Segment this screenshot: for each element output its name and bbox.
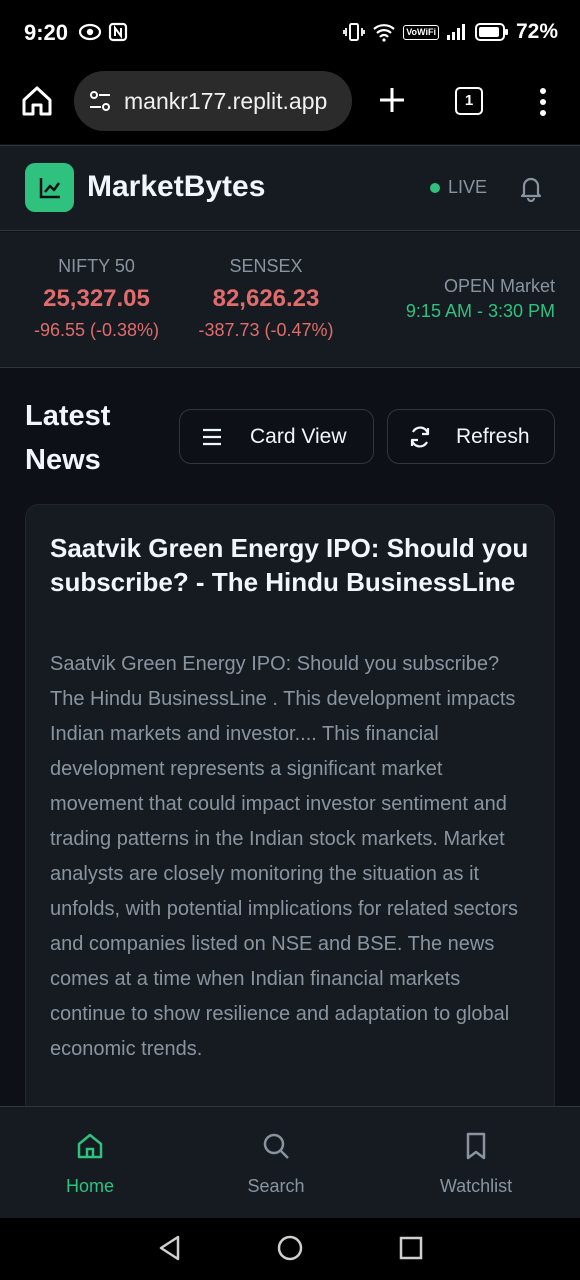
nav-label: Search [247,1176,305,1196]
news-headline[interactable]: Saatvik Green Energy IPO: Should you sub… [50,531,530,599]
nav-label: Watchlist [439,1176,513,1196]
nav-search[interactable]: Search [236,1131,316,1197]
site-settings-icon[interactable] [88,89,112,113]
address-bar[interactable]: mankr177.replit.app [74,71,352,131]
bookmark-icon [466,1132,486,1160]
market-state: OPEN Market [443,276,555,296]
refresh-icon [410,425,430,448]
brand-name: MarketBytes [87,170,266,203]
index-change: -387.73 (-0.47%) [198,320,334,340]
browser-toolbar: mankr177.replit.app 1 [0,68,580,144]
menu-icon[interactable] [531,86,555,118]
bottom-navigation: Home Search Watchlist [0,1106,580,1218]
app-logo[interactable] [25,163,74,212]
market-status: OPEN Market 9:15 AM - 3:30 PM [406,276,555,322]
live-dot [430,182,440,193]
market-hours: 9:15 AM - 3:30 PM [405,301,555,321]
nfc-icon [108,22,128,42]
index-value: 25,327.05 [43,285,150,312]
news-summary: Saatvik Green Energy IPO: Should you sub… [50,653,519,1060]
back-icon[interactable] [156,1234,184,1262]
wifi-icon [373,24,395,42]
card-view-button[interactable]: Card View [179,409,374,464]
refresh-button[interactable]: Refresh [387,409,555,464]
clock: 9:20 [24,20,69,45]
live-indicator: LIVE [430,177,487,198]
system-navigation-bar [0,1218,580,1280]
index-name: SENSEX [229,256,303,276]
url-text[interactable]: mankr177.replit.app [124,88,327,115]
battery-percent: 72% [515,20,558,43]
index-name: NIFTY 50 [58,256,135,276]
index-change: -96.55 (-0.38%) [33,320,160,340]
chart-icon [39,177,60,198]
recents-icon[interactable] [397,1234,425,1262]
list-icon [203,428,221,445]
nav-watchlist[interactable]: Watchlist [426,1131,526,1197]
home-icon[interactable] [20,84,54,118]
search-icon [263,1133,289,1159]
eye-icon [78,23,102,41]
index-sensex: SENSEX 82,626.23 -387.73 (-0.47%) [186,256,346,341]
news-card[interactable]: Saatvik Green Energy IPO: Should you sub… [25,504,555,1144]
nav-label: Home [65,1176,114,1196]
refresh-label: Refresh [456,424,530,448]
market-ticker: NIFTY 50 25,327.05 -96.55 (-0.38%) SENSE… [0,232,580,368]
home-icon [77,1133,103,1159]
signal-icon [446,24,465,40]
index-nifty: NIFTY 50 25,327.05 -96.55 (-0.38%) [24,256,169,341]
nav-home[interactable]: Home [54,1131,126,1197]
index-value: 82,626.23 [212,285,320,312]
card-view-label: Card View [250,424,347,448]
tab-switcher-button[interactable]: 1 [455,87,483,115]
status-bar: 9:20 VoWiFi 72% [0,0,580,68]
vowifi-badge: VoWiFi [403,24,439,40]
vibrate-icon [343,23,366,41]
live-label: LIVE [448,177,488,197]
new-tab-icon[interactable] [376,84,408,116]
app-header: MarketBytes LIVE [0,145,580,231]
notifications-icon[interactable] [518,174,544,202]
battery-icon [474,23,508,41]
section-title: Latest News [25,400,111,476]
home-circle-icon[interactable] [276,1234,304,1262]
